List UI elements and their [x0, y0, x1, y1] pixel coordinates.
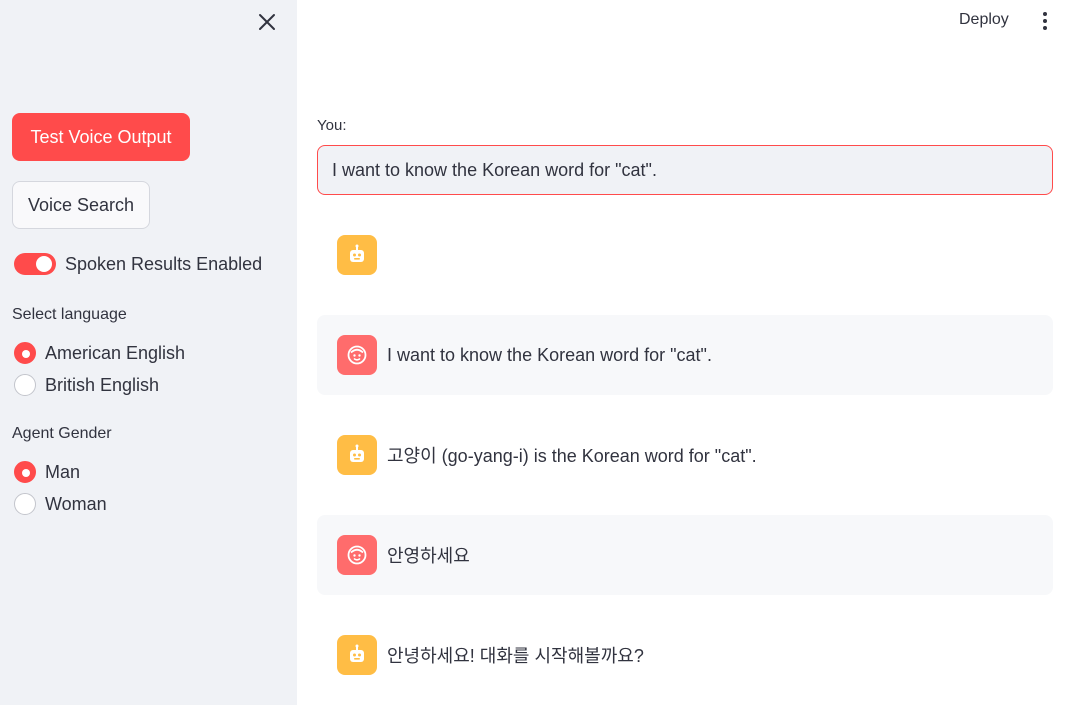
deploy-button[interactable]: Deploy	[959, 11, 1009, 29]
close-sidebar-button[interactable]	[256, 11, 278, 33]
radio-label: Woman	[45, 493, 107, 514]
user-avatar	[337, 535, 377, 575]
chat-message-assistant	[317, 215, 1053, 295]
test-voice-output-button[interactable]: Test Voice Output	[12, 113, 190, 161]
voice-search-button[interactable]: Voice Search	[12, 181, 150, 229]
gender-group-label: Agent Gender	[12, 425, 112, 442]
message-text: I want to know the Korean word for "cat"…	[387, 344, 712, 365]
radio-button[interactable]	[14, 342, 36, 364]
radio-american-english[interactable]: American English	[14, 342, 185, 364]
radio-button[interactable]	[14, 461, 36, 483]
user-avatar	[337, 335, 377, 375]
more-vertical-icon	[1043, 12, 1047, 30]
radio-label: American English	[45, 342, 186, 363]
user-face-icon	[347, 545, 367, 565]
chat-input[interactable]	[317, 145, 1053, 195]
chat-message-assistant: 안녕하세요! 대화를 시작해볼까요?	[317, 615, 1053, 695]
bot-avatar	[337, 635, 377, 675]
message-text: 안영하세요	[387, 546, 470, 566]
radio-button[interactable]	[14, 374, 36, 396]
toggle-label: Spoken Results Enabled	[65, 253, 263, 274]
radio-woman[interactable]: Woman	[14, 493, 107, 515]
radio-man[interactable]: Man	[14, 461, 80, 483]
radio-button[interactable]	[14, 493, 36, 515]
toggle-switch[interactable]	[14, 253, 56, 275]
radio-label: British English	[45, 374, 160, 395]
user-face-icon	[347, 345, 367, 365]
robot-icon	[350, 444, 364, 462]
robot-icon	[350, 644, 364, 662]
message-text: 고양이 (go-yang-i) is the Korean word for "…	[387, 446, 757, 466]
language-group-label: Select language	[12, 306, 127, 323]
robot-icon	[350, 244, 364, 262]
radio-british-english[interactable]: British English	[14, 374, 159, 396]
chat-message-user: 안영하세요	[317, 515, 1053, 595]
chat-message-user: I want to know the Korean word for "cat"…	[317, 315, 1053, 395]
spoken-results-toggle[interactable]: Spoken Results Enabled	[14, 253, 262, 275]
sidebar: Test Voice Output Voice Search Spoken Re…	[0, 0, 297, 705]
main-menu-button[interactable]	[1036, 10, 1054, 32]
close-icon	[259, 14, 275, 30]
radio-label: Man	[45, 461, 81, 482]
message-text: 안녕하세요! 대화를 시작해볼까요?	[387, 646, 644, 666]
bot-avatar	[337, 235, 377, 275]
input-label: You:	[317, 117, 347, 134]
chat-message-assistant: 고양이 (go-yang-i) is the Korean word for "…	[317, 415, 1053, 495]
bot-avatar	[337, 435, 377, 475]
